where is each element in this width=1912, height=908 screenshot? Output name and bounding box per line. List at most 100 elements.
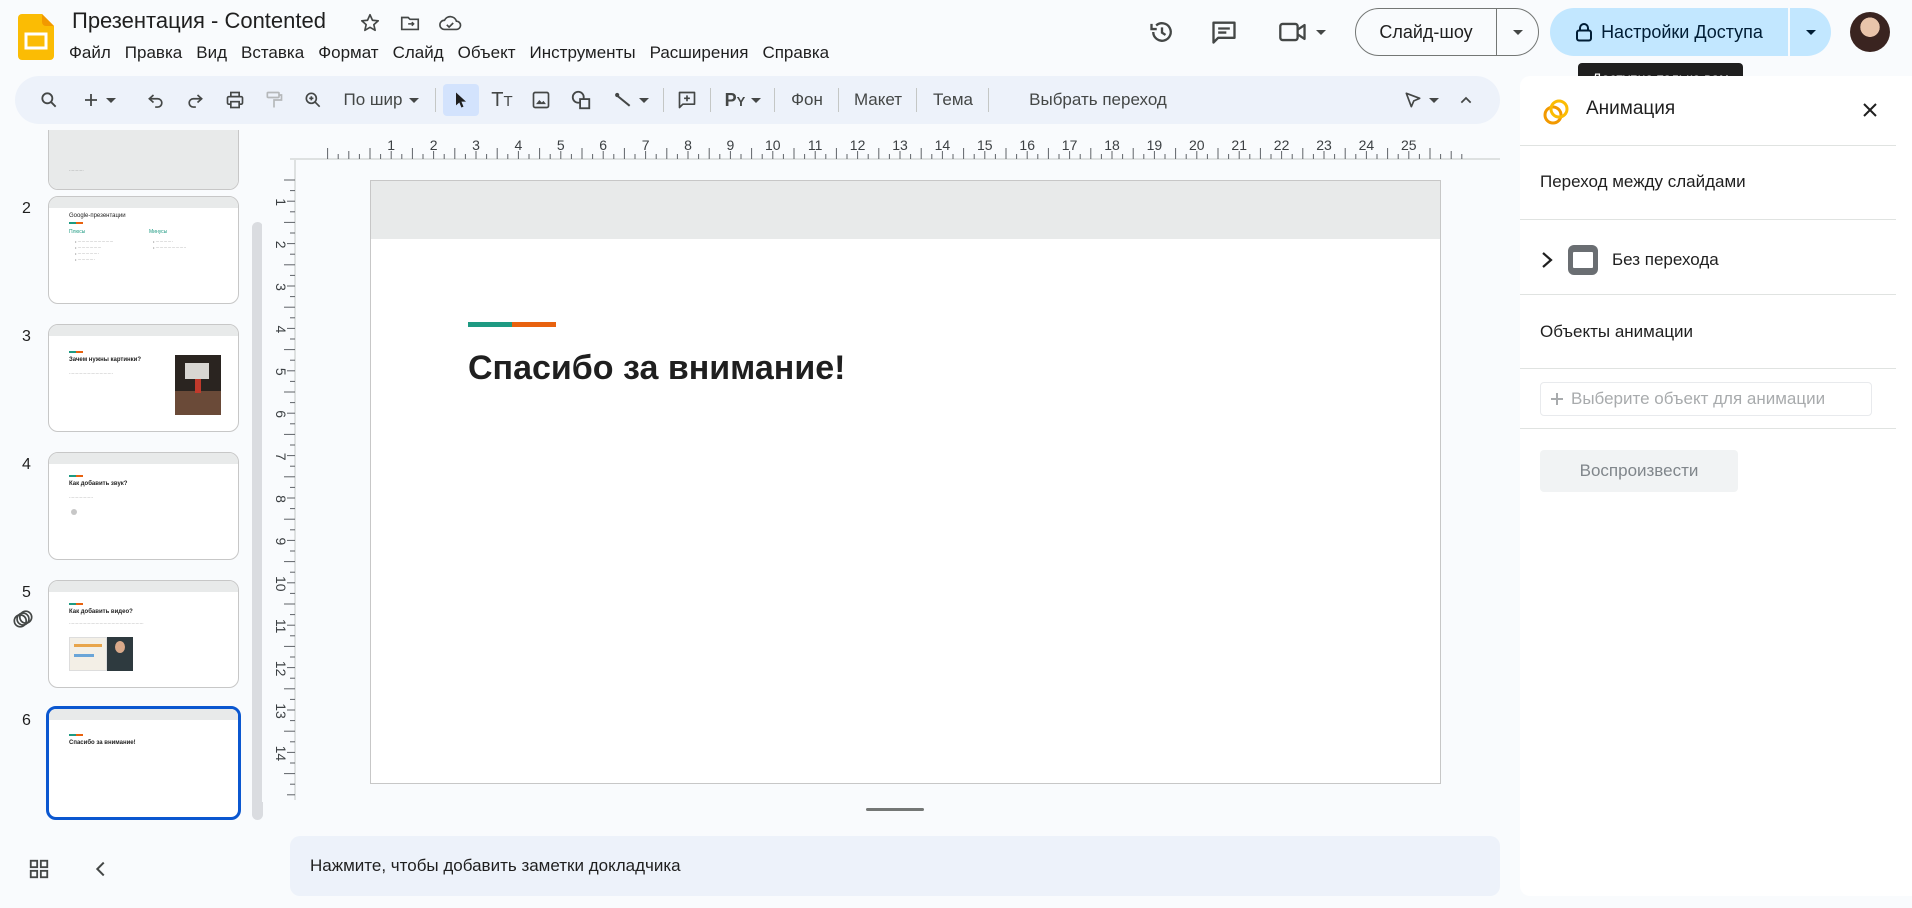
zoom-icon[interactable] [298,84,328,116]
slideshow-label[interactable]: Слайд-шоу [1356,9,1497,55]
ruler-label: 21 [1231,137,1247,153]
transition-value: Без перехода [1612,250,1719,269]
speaker-notes[interactable]: Нажмите, чтобы добавить заметки докладчи… [290,836,1500,896]
new-slide-icon[interactable] [77,84,121,116]
collapse-toolbar-icon[interactable] [1451,84,1481,116]
shape-icon[interactable] [565,84,597,116]
slide-thumbnail-5[interactable]: Как добавить видео? ····················… [48,580,239,688]
slide-header-band [371,181,1440,239]
slide-thumbnail-3[interactable]: Зачем нужны картинки? ··················… [48,324,239,432]
close-icon[interactable] [1856,96,1884,124]
menu-file[interactable]: Файл [62,41,118,65]
ruler-label: 5 [557,137,565,153]
ruler-label: 10 [765,137,781,153]
menu-view[interactable]: Вид [189,41,234,65]
version-history-icon[interactable] [1142,12,1182,52]
menu-edit[interactable]: Правка [118,41,189,65]
star-icon[interactable] [357,10,383,36]
slide-thumbnail-4[interactable]: Как добавить звук? ·················· [48,452,239,560]
theme-button[interactable]: Тема [924,84,982,116]
layout-button[interactable]: Макет [846,84,910,116]
paint-format-icon[interactable] [259,84,289,116]
document-title[interactable]: Презентация - Contented [72,8,326,34]
grid-view-icon[interactable] [28,858,52,882]
search-menus-icon[interactable] [33,84,65,116]
ruler-label: 4 [273,326,289,334]
slide-number: 4 [22,456,31,473]
menu-tools[interactable]: Инструменты [523,41,643,65]
text-box-icon[interactable]: TT [485,84,519,116]
slide-canvas[interactable]: Спасибо за внимание! [370,180,1441,784]
ruler-label: 6 [599,137,607,153]
slide-thumb-title: Как добавить видео? [69,609,133,615]
filmstrip: ··········· 2 Google-презентации Плюсы М… [0,130,250,830]
slide-thumbnail-2[interactable]: Google-презентации Плюсы Минусы • ······… [48,196,239,304]
share-label: Настройки Доступа [1601,21,1763,42]
slide-title[interactable]: Спасибо за внимание! [468,349,845,388]
menu-format[interactable]: Формат [311,41,385,65]
objects-heading: Объекты анимации [1540,322,1694,341]
slide-thumb-title: Спасибо за внимание! [69,740,136,746]
vertical-ruler: 1234567891011121314 [273,160,296,800]
add-animation-label: Выберите объект для анимации [1571,389,1826,408]
slide-accent-line[interactable] [468,322,556,327]
undo-icon[interactable] [141,84,171,116]
ruler-label: 8 [273,495,289,503]
menu-object[interactable]: Объект [451,41,523,65]
plus-icon [1551,393,1563,405]
ruler-label: 2 [273,241,289,249]
transition-button[interactable]: Выбрать переход [1000,84,1196,116]
slide-thumbnail-1[interactable]: ··········· [48,130,239,190]
menu-extensions[interactable]: Расширения [643,41,756,65]
slideshow-options-icon[interactable] [1497,9,1538,55]
slide-thumb-title: Зачем нужны картинки? [69,357,142,363]
slideshow-button[interactable]: Слайд-шоу [1355,8,1539,56]
menu-insert[interactable]: Вставка [234,41,311,65]
ruler-label: 7 [273,453,289,461]
add-comment-icon[interactable] [671,84,703,116]
move-folder-icon[interactable] [397,10,423,36]
ruler-label: 5 [273,368,289,376]
ruler-label: 13 [892,137,908,153]
background-button[interactable]: Фон [782,84,832,116]
ruler-label: 8 [684,137,692,153]
menu-help[interactable]: Справка [755,41,836,65]
ruler-label: 7 [642,137,650,153]
slide-thumb-col1: Плюсы [69,229,86,235]
share-button[interactable]: Настройки Доступа [1550,8,1831,56]
comments-icon[interactable] [1204,12,1244,52]
transition-heading: Переход между слайдами [1540,172,1746,191]
transition-row[interactable]: Без перехода [1540,242,1880,278]
slides-logo[interactable] [18,14,54,60]
select-icon[interactable] [443,84,479,116]
chevron-left-icon[interactable] [90,858,114,882]
print-icon[interactable] [220,84,250,116]
add-animation-button[interactable]: Выберите объект для анимации [1540,382,1872,416]
notes-resize-handle[interactable] [866,808,924,811]
pointer-options-icon[interactable] [1397,84,1445,116]
ruler-label: 6 [273,410,289,418]
cloud-saved-icon[interactable] [437,10,463,36]
zoom-select[interactable]: По шир [335,84,427,116]
slide-thumb-title: Как добавить звук? [69,481,128,487]
ruler-label: 1 [273,198,289,206]
play-button[interactable]: Воспроизвести [1540,450,1738,492]
ruler-label: 18 [1104,137,1120,153]
input-tools-icon[interactable]: PY [718,84,768,116]
share-options-icon[interactable] [1790,8,1831,56]
slide-thumbnail-6-selected[interactable]: Спасибо за внимание! [46,706,241,820]
ruler-label: 3 [472,137,480,153]
ruler-label: 13 [273,703,289,719]
line-icon[interactable] [607,84,655,116]
ruler-label: 2 [430,137,438,153]
menu-bar: Файл Правка Вид Вставка Формат Слайд Объ… [62,40,836,66]
share-main[interactable]: Настройки Доступа [1550,8,1790,56]
redo-icon[interactable] [180,84,210,116]
ruler-label: 15 [977,137,993,153]
chevron-right-icon[interactable] [1540,250,1554,270]
insert-image-icon[interactable] [525,84,557,116]
avatar[interactable] [1850,12,1890,52]
ruler-label: 9 [273,538,289,546]
menu-slide[interactable]: Слайд [386,41,451,65]
meet-icon[interactable] [1272,12,1332,52]
